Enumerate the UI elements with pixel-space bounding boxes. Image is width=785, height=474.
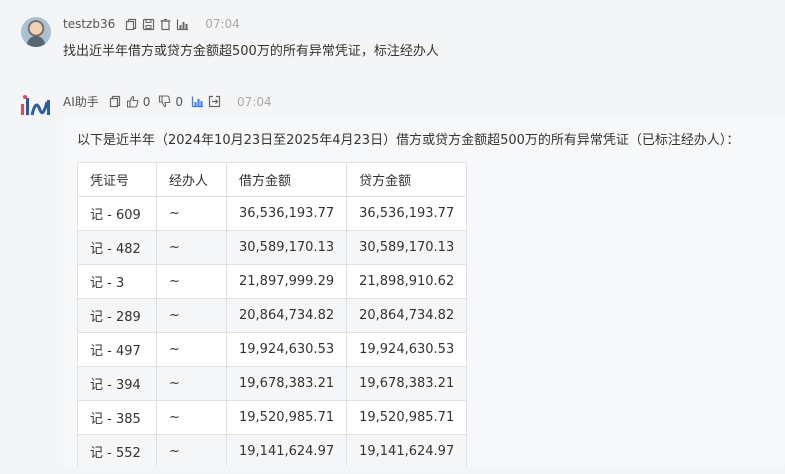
debit-cell: 19,924,630.53: [225, 332, 348, 367]
voucher-cell: 记 - 497: [77, 332, 157, 367]
handler-cell: ~: [156, 400, 227, 435]
handler-cell: ~: [156, 264, 227, 299]
table-row: 记 - 497 ~ 19,924,630.53 19,924,630.53: [77, 332, 468, 367]
ai-response-intro: 以下是近半年（2024年10月23日至2025年4月23日）借方或贷方金额超50…: [77, 133, 740, 148]
thumbs-down-icon[interactable]: [158, 95, 171, 108]
ai-avatar: [18, 92, 52, 122]
save-icon[interactable]: [142, 18, 155, 31]
copy-icon[interactable]: [109, 95, 122, 108]
table-row: 记 - 289 ~ 20,864,734.82 20,864,734.82: [77, 298, 468, 333]
debit-cell: 30,589,170.13: [225, 230, 348, 265]
voucher-cell: 记 - 482: [77, 230, 157, 265]
delete-icon[interactable]: [159, 18, 172, 31]
user-avatar: [21, 17, 51, 47]
voucher-cell: 记 - 3: [77, 264, 157, 299]
user-message-time: 07:04: [205, 17, 240, 31]
table-header-row: 凭证号 经办人 借方金额 贷方金额: [77, 162, 468, 197]
user-message-text: 找出近半年借方或贷方金额超500万的所有异常凭证，标注经办人: [63, 44, 439, 59]
credit-cell: 19,678,383.21: [346, 366, 468, 401]
voucher-cell: 记 - 394: [77, 366, 157, 401]
like-count: 0: [142, 94, 151, 109]
debit-cell: 19,141,624.97: [225, 434, 348, 466]
voucher-cell: 记 - 385: [77, 400, 157, 435]
ai-message-time: 07:04: [237, 94, 272, 109]
credit-cell: 30,589,170.13: [346, 230, 468, 265]
debit-cell: 19,678,383.21: [225, 366, 348, 401]
debit-cell: 36,536,193.77: [225, 196, 348, 231]
credit-cell: 36,536,193.77: [346, 196, 468, 231]
handler-cell: ~: [156, 230, 227, 265]
column-header-debit: 借方金额: [225, 162, 348, 197]
column-header-credit: 贷方金额: [346, 162, 468, 197]
ai-message-meta: AI助手 0 0 07:04: [63, 93, 272, 110]
credit-cell: 19,520,985.71: [346, 400, 468, 435]
handler-cell: ~: [156, 366, 227, 401]
voucher-cell: 记 - 552: [77, 434, 157, 466]
credit-cell: 19,141,624.97: [346, 434, 468, 466]
table-row: 记 - 385 ~ 19,520,985.71 19,520,985.71: [77, 400, 468, 435]
handler-cell: ~: [156, 196, 227, 231]
user-name: testzb36: [63, 17, 116, 31]
credit-cell: 19,924,630.53: [346, 332, 468, 367]
table-row: 记 - 609 ~ 36,536,193.77 36,536,193.77: [77, 196, 468, 231]
chart-icon[interactable]: [191, 95, 204, 108]
handler-cell: ~: [156, 434, 227, 466]
table-row: 记 - 3 ~ 21,897,999.29 21,898,910.62: [77, 264, 468, 299]
handler-cell: ~: [156, 332, 227, 367]
column-header-voucher: 凭证号: [77, 162, 157, 197]
table-row: 记 - 394 ~ 19,678,383.21 19,678,383.21: [77, 366, 468, 401]
debit-cell: 19,520,985.71: [225, 400, 348, 435]
debit-cell: 20,864,734.82: [225, 298, 348, 333]
table-row: 记 - 482 ~ 30,589,170.13 30,589,170.13: [77, 230, 468, 265]
dislike-count: 0: [175, 94, 184, 109]
column-header-handler: 经办人: [156, 162, 227, 197]
copy-icon[interactable]: [125, 18, 138, 31]
user-message-meta: testzb36 07:04: [63, 17, 240, 31]
table-row: 记 - 552 ~ 19,141,624.97 19,141,624.97: [77, 434, 468, 466]
ai-response-card: 以下是近半年（2024年10月23日至2025年4月23日）借方或贷方金额超50…: [63, 116, 785, 466]
credit-cell: 20,864,734.82: [346, 298, 468, 333]
voucher-cell: 记 - 289: [77, 298, 157, 333]
export-icon[interactable]: [208, 95, 221, 108]
chart-icon[interactable]: [176, 18, 189, 31]
voucher-cell: 记 - 609: [77, 196, 157, 231]
voucher-table: 凭证号 经办人 借方金额 贷方金额 记 - 609 ~ 36,536,193.7…: [77, 162, 468, 466]
debit-cell: 21,897,999.29: [225, 264, 348, 299]
credit-cell: 21,898,910.62: [346, 264, 468, 299]
ai-name: AI助手: [63, 95, 99, 109]
handler-cell: ~: [156, 298, 227, 333]
thumbs-up-icon[interactable]: [126, 95, 139, 108]
